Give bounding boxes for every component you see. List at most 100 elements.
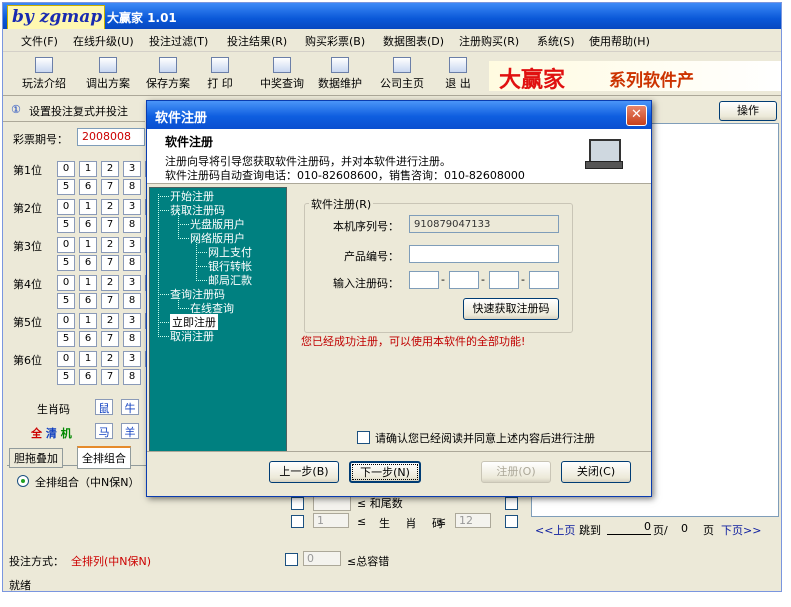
zodiac-cell[interactable]: 羊 bbox=[121, 423, 139, 439]
digit-cell[interactable]: 5 bbox=[57, 293, 75, 309]
menu-system[interactable]: 系统(S) bbox=[537, 33, 575, 49]
digit-cell[interactable]: 2 bbox=[101, 237, 119, 253]
digit-cell[interactable]: 6 bbox=[79, 255, 97, 271]
toolbar-data-maintenance-button[interactable]: 数据维护 bbox=[313, 57, 367, 91]
digit-cell[interactable]: 5 bbox=[57, 217, 75, 233]
menu-data-chart[interactable]: 数据图表(D) bbox=[383, 33, 444, 49]
menu-help[interactable]: 使用帮助(H) bbox=[589, 33, 650, 49]
menu-bet-filter[interactable]: 投注过滤(T) bbox=[149, 33, 208, 49]
pager-next[interactable]: 下页>> bbox=[721, 522, 761, 538]
tab-dan-tuo[interactable]: 胆拖叠加 bbox=[9, 448, 63, 468]
digit-cell[interactable]: 7 bbox=[101, 255, 119, 271]
filter-checkbox[interactable] bbox=[505, 497, 518, 510]
zodiac-cell[interactable]: 鼠 bbox=[95, 399, 113, 415]
code-field-3[interactable] bbox=[489, 271, 519, 289]
filter-checkbox[interactable] bbox=[291, 515, 304, 528]
toolbar-save-plan-button[interactable]: 保存方案 bbox=[141, 57, 195, 91]
digit-cell[interactable]: 8 bbox=[123, 179, 141, 195]
digit-cell[interactable]: 6 bbox=[79, 369, 97, 385]
bet-method-value: 全排列(中N保N) bbox=[71, 555, 152, 568]
digit-cell[interactable]: 3 bbox=[123, 237, 141, 253]
digit-cell[interactable]: 1 bbox=[79, 275, 97, 291]
digit-cell[interactable]: 2 bbox=[101, 161, 119, 177]
period-input[interactable]: 2008008 bbox=[77, 128, 145, 146]
digit-cell[interactable]: 7 bbox=[101, 179, 119, 195]
toolbar-load-plan-button[interactable]: 调出方案 bbox=[81, 57, 135, 91]
prev-step-button[interactable]: 上一步(B) bbox=[269, 461, 339, 483]
digit-cell[interactable]: 5 bbox=[57, 255, 75, 271]
clear-all-button[interactable]: 全 清 机 bbox=[31, 425, 72, 441]
product-field[interactable] bbox=[409, 245, 559, 263]
close-button[interactable]: 关闭(C) bbox=[561, 461, 631, 483]
digit-cell[interactable]: 7 bbox=[101, 331, 119, 347]
digit-cell[interactable]: 6 bbox=[79, 217, 97, 233]
toolbar-rules-button[interactable]: 玩法介绍 bbox=[17, 57, 71, 91]
min-value-select[interactable]: 1 bbox=[313, 513, 349, 528]
digit-cell[interactable]: 0 bbox=[57, 351, 75, 367]
digit-cell[interactable]: 8 bbox=[123, 217, 141, 233]
nav-cancel[interactable]: 取消注册 bbox=[170, 328, 214, 344]
digit-cell[interactable]: 5 bbox=[57, 331, 75, 347]
digit-cell[interactable]: 8 bbox=[123, 331, 141, 347]
digit-cell[interactable]: 5 bbox=[57, 179, 75, 195]
menu-bet-result[interactable]: 投注结果(R) bbox=[227, 33, 287, 49]
menu-buy-lottery[interactable]: 购买彩票(B) bbox=[305, 33, 365, 49]
toolbar-exit-button[interactable]: 退 出 bbox=[437, 57, 479, 91]
menu-register-buy[interactable]: 注册购买(R) bbox=[459, 33, 519, 49]
digit-cell[interactable]: 2 bbox=[101, 351, 119, 367]
digit-cell[interactable]: 3 bbox=[123, 351, 141, 367]
digit-cell[interactable]: 6 bbox=[79, 293, 97, 309]
digit-cell[interactable]: 2 bbox=[101, 275, 119, 291]
tolerance-checkbox[interactable] bbox=[285, 553, 298, 566]
digit-cell[interactable]: 7 bbox=[101, 217, 119, 233]
digit-cell[interactable]: 8 bbox=[123, 293, 141, 309]
digit-cell[interactable]: 1 bbox=[79, 351, 97, 367]
digit-cell[interactable]: 1 bbox=[79, 161, 97, 177]
digit-cell[interactable]: 3 bbox=[123, 199, 141, 215]
digit-cell[interactable]: 3 bbox=[123, 313, 141, 329]
digit-cell[interactable]: 7 bbox=[101, 369, 119, 385]
toolbar-print-button[interactable]: 打 印 bbox=[199, 57, 241, 91]
code-field-4[interactable] bbox=[529, 271, 559, 289]
filter-checkbox[interactable] bbox=[505, 515, 518, 528]
digit-cell[interactable]: 2 bbox=[101, 199, 119, 215]
next-step-button[interactable]: 下一步(N) bbox=[349, 461, 421, 483]
digit-cell[interactable]: 0 bbox=[57, 161, 75, 177]
filter-checkbox[interactable] bbox=[291, 497, 304, 510]
digit-cell[interactable]: 7 bbox=[101, 293, 119, 309]
close-icon[interactable]: ✕ bbox=[626, 105, 647, 126]
toolbar-prize-query-button[interactable]: 中奖查询 bbox=[255, 57, 309, 91]
digit-cell[interactable]: 0 bbox=[57, 237, 75, 253]
digit-cell[interactable]: 0 bbox=[57, 313, 75, 329]
zodiac-cell[interactable]: 马 bbox=[95, 423, 113, 439]
pager-page-input[interactable]: 0 bbox=[607, 520, 651, 535]
register-button[interactable]: 注册(O) bbox=[481, 461, 551, 483]
digit-cell[interactable]: 0 bbox=[57, 275, 75, 291]
digit-cell[interactable]: 6 bbox=[79, 179, 97, 195]
digit-cell[interactable]: 3 bbox=[123, 161, 141, 177]
menu-file[interactable]: 文件(F) bbox=[21, 33, 58, 49]
digit-cell[interactable]: 8 bbox=[123, 369, 141, 385]
digit-cell[interactable]: 8 bbox=[123, 255, 141, 271]
code-field-2[interactable] bbox=[449, 271, 479, 289]
digit-cell[interactable]: 5 bbox=[57, 369, 75, 385]
toolbar-homepage-button[interactable]: 公司主页 bbox=[375, 57, 429, 91]
digit-cell[interactable]: 2 bbox=[101, 313, 119, 329]
tab-full-combo[interactable]: 全排组合 bbox=[77, 446, 131, 469]
quick-get-code-button[interactable]: 快速获取注册码 bbox=[463, 298, 559, 320]
digit-cell[interactable]: 1 bbox=[79, 313, 97, 329]
menu-online-update[interactable]: 在线升级(U) bbox=[73, 33, 134, 49]
full-combo-radio[interactable] bbox=[17, 475, 29, 487]
pager-prev[interactable]: <<上页 bbox=[535, 522, 575, 538]
code-field-1[interactable] bbox=[409, 271, 439, 289]
tolerance-select[interactable]: 0 bbox=[303, 551, 341, 566]
digit-cell[interactable]: 3 bbox=[123, 275, 141, 291]
agree-checkbox[interactable] bbox=[357, 431, 370, 444]
zodiac-cell[interactable]: 牛 bbox=[121, 399, 139, 415]
digit-cell[interactable]: 6 bbox=[79, 331, 97, 347]
digit-cell[interactable]: 0 bbox=[57, 199, 75, 215]
digit-cell[interactable]: 1 bbox=[79, 199, 97, 215]
max-value-select[interactable]: 12 bbox=[455, 513, 491, 528]
operation-button[interactable]: 操作 bbox=[719, 101, 777, 121]
digit-cell[interactable]: 1 bbox=[79, 237, 97, 253]
